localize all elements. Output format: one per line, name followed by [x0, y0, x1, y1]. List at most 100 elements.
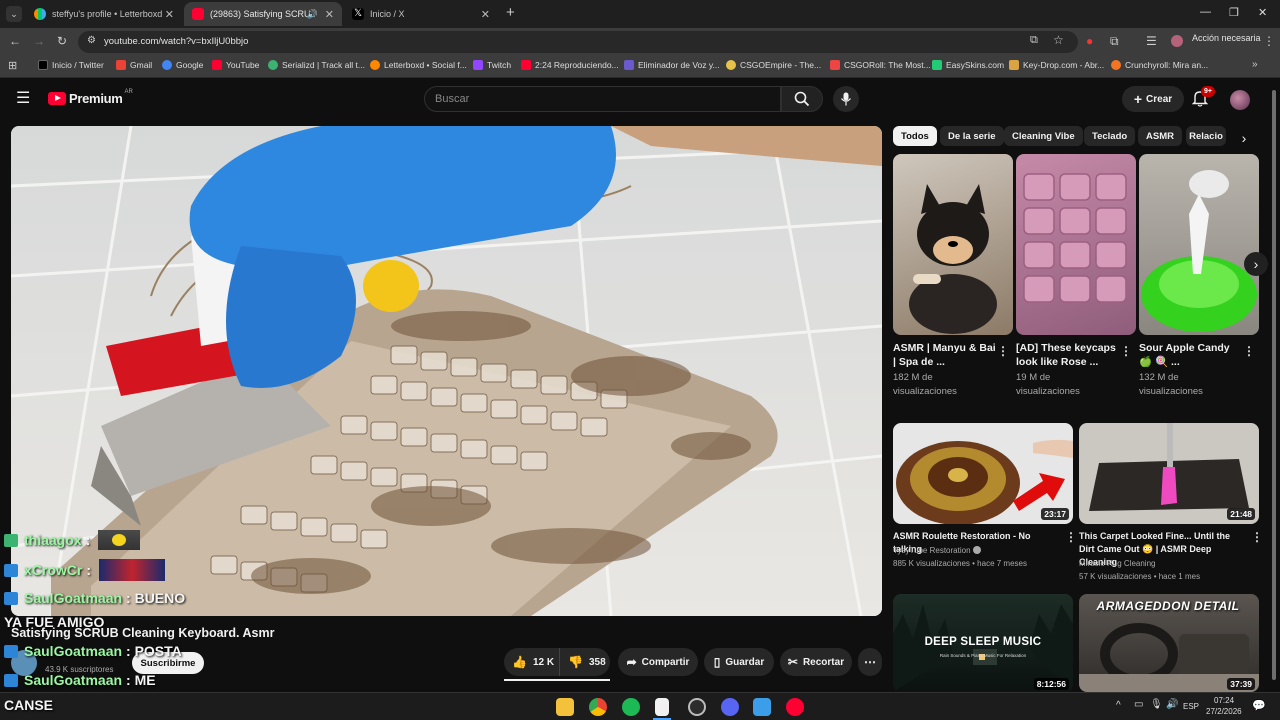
notepad-icon[interactable] — [655, 698, 669, 716]
notifications-button[interactable]: 9+ — [1191, 86, 1215, 112]
notification-center-icon[interactable]: 💬 — [1252, 699, 1266, 712]
address-bar[interactable]: ⚙ youtube.com/watch?v=bxIljU0bbjo ⧉ ☆ — [78, 31, 1078, 53]
more-options-icon[interactable]: ⋮ — [1120, 344, 1132, 358]
tab-search-button[interactable]: ⌄ — [6, 6, 22, 22]
short-thumbnail[interactable] — [1016, 154, 1136, 335]
close-icon[interactable]: ✕ — [165, 8, 174, 21]
shorts-next-button[interactable]: › — [1244, 252, 1268, 276]
bookmark-item[interactable]: Letterboxd • Social f... — [370, 60, 467, 70]
forward-icon[interactable]: → — [33, 34, 45, 48]
more-bookmarks-icon[interactable]: » — [1252, 59, 1258, 70]
like-button[interactable]: 👍 12 K — [504, 648, 560, 676]
back-icon[interactable]: ← — [9, 34, 21, 48]
bookmark-item[interactable]: Inicio / Twitter — [38, 60, 104, 70]
video-thumbnail[interactable]: ARMAGEDDON DETAIL 37:39 — [1079, 594, 1259, 692]
short-title[interactable]: ASMR | Manyu & Bai | Spa de ... — [893, 341, 998, 369]
more-options-icon[interactable]: ⋮ — [1065, 530, 1077, 544]
bookmark-star-icon[interactable]: ☆ — [1053, 33, 1064, 47]
bookmark-item[interactable]: Eliminador de Voz y... — [624, 60, 720, 70]
youtube-music-icon[interactable] — [786, 698, 804, 716]
voice-search-button[interactable] — [833, 86, 859, 112]
tab-letterboxd[interactable]: steffyu's profile • Letterboxd ✕ — [26, 2, 182, 26]
app-window-icon[interactable] — [753, 698, 771, 716]
volume-icon[interactable]: 🔊 — [1166, 699, 1178, 710]
bookmark-item[interactable]: Gmail — [116, 60, 152, 70]
reload-icon[interactable]: ↻ — [57, 34, 67, 48]
chip-keyboard[interactable]: Teclado — [1084, 126, 1136, 146]
more-actions-button[interactable]: ⋯ — [858, 648, 882, 676]
scrollbar-thumb[interactable] — [1272, 90, 1276, 680]
bookmark-item[interactable]: Key-Drop.com - Abr... — [1009, 60, 1104, 70]
dislike-button[interactable]: 👎 358 — [560, 655, 606, 669]
install-icon[interactable]: ⧉ — [1030, 34, 1038, 47]
channel-name[interactable]: Miracle Rug Cleaning — [1079, 557, 1155, 570]
share-button[interactable]: ➦ Compartir — [618, 648, 698, 676]
video-thumbnail[interactable]: 23:17 — [893, 423, 1073, 524]
clock-date[interactable]: 27/2/2026 — [1206, 707, 1242, 716]
chip-cleaning-vibe[interactable]: Cleaning Vibe — [1004, 126, 1083, 146]
apps-icon[interactable]: ⊞ — [8, 59, 17, 72]
menu-icon[interactable]: ⋮ — [1263, 34, 1275, 48]
speaker-icon[interactable]: 🔊 — [307, 9, 318, 20]
tab-youtube[interactable]: (29863) Satisfying SCRUB C 🔊 ✕ — [184, 2, 342, 26]
chip-all[interactable]: Todos — [893, 126, 937, 146]
more-options-icon[interactable]: ⋮ — [997, 344, 1009, 358]
search-button[interactable] — [781, 86, 823, 112]
short-thumbnail[interactable] — [1139, 154, 1259, 335]
more-options-icon[interactable]: ⋮ — [1251, 530, 1263, 544]
extensions-icon[interactable]: ⧉ — [1110, 34, 1119, 49]
more-options-icon[interactable]: ⋮ — [1243, 344, 1255, 358]
extension-red-icon[interactable]: ● — [1086, 34, 1093, 48]
plus-icon: + — [1133, 91, 1143, 107]
bookmark-item[interactable]: Google — [162, 60, 203, 70]
short-title[interactable]: Sour Apple Candy 🍏 🍭 ... — [1139, 341, 1244, 369]
bookmark-item[interactable]: CSGOEmpire - The... — [726, 60, 821, 70]
video-thumbnail[interactable]: 21:48 — [1079, 423, 1259, 524]
chip-series[interactable]: De la serie — [940, 126, 1004, 146]
short-title[interactable]: [AD] These keycaps look like Rose ... — [1016, 341, 1121, 369]
chevron-right-icon[interactable]: › — [1234, 128, 1254, 148]
profile-avatar[interactable] — [1171, 35, 1183, 47]
bookmark-item[interactable]: Crunchyroll: Mira an... — [1111, 60, 1208, 70]
close-icon[interactable]: ✕ — [325, 8, 334, 21]
video-thumbnail[interactable]: DEEP SLEEP MUSIC Rain Sounds & Piano Mus… — [893, 594, 1073, 692]
close-window-icon[interactable]: ✕ — [1258, 6, 1267, 19]
site-info-icon[interactable]: ⚙ — [87, 35, 96, 46]
bookmark-item[interactable]: EasySkins.com — [932, 60, 1004, 70]
youtube-logo[interactable]: Premium AR — [48, 89, 133, 106]
hamburger-menu-icon[interactable]: ☰ — [16, 88, 30, 108]
tab-x[interactable]: 𝕏 Inicio / X ✕ — [344, 2, 498, 26]
bookmark-item[interactable]: CSGORoll: The Most... — [830, 60, 931, 70]
action-needed-chip[interactable]: Acción necesaria — [1192, 33, 1261, 43]
create-button[interactable]: + Crear — [1122, 86, 1184, 112]
channel-name[interactable]: TysyTube Restoration — [893, 544, 971, 557]
bookmark-item[interactable]: Serializd | Track all t... — [268, 60, 365, 70]
bookmark-item[interactable]: 2:24 Reproduciendo... — [521, 60, 619, 70]
short-thumbnail[interactable] — [893, 154, 1013, 335]
bookmark-item[interactable]: Twitch — [473, 60, 511, 70]
chip-related[interactable]: Relacio — [1186, 126, 1226, 146]
clip-button[interactable]: ✂ Recortar — [780, 648, 852, 676]
close-icon[interactable]: ✕ — [481, 8, 490, 21]
network-icon[interactable]: ▭ — [1134, 699, 1143, 710]
chrome-icon[interactable] — [589, 698, 607, 716]
page-scrollbar[interactable] — [1271, 86, 1277, 686]
new-tab-button[interactable]: + — [506, 4, 515, 21]
obs-icon[interactable] — [688, 698, 706, 716]
spotify-icon[interactable] — [622, 698, 640, 716]
account-avatar[interactable] — [1230, 90, 1250, 110]
discord-icon[interactable] — [721, 698, 739, 716]
video-player[interactable] — [11, 126, 882, 616]
restore-icon[interactable]: ❐ — [1229, 6, 1239, 19]
search-input[interactable]: Buscar — [424, 86, 781, 112]
language-indicator[interactable]: ESP — [1183, 702, 1199, 711]
save-button[interactable]: ▯ Guardar — [704, 648, 774, 676]
tray-chevron-icon[interactable]: ^ — [1116, 700, 1121, 711]
bookmark-item[interactable]: YouTube — [212, 60, 259, 70]
microphone-tray-icon[interactable]: 🎙 — [1150, 699, 1163, 710]
media-control-icon[interactable]: ☰ — [1146, 34, 1157, 48]
chip-asmr[interactable]: ASMR — [1138, 126, 1182, 146]
file-explorer-icon[interactable] — [556, 698, 574, 716]
minimize-icon[interactable]: — — [1200, 6, 1211, 18]
clock-time[interactable]: 07:24 — [1214, 696, 1234, 705]
